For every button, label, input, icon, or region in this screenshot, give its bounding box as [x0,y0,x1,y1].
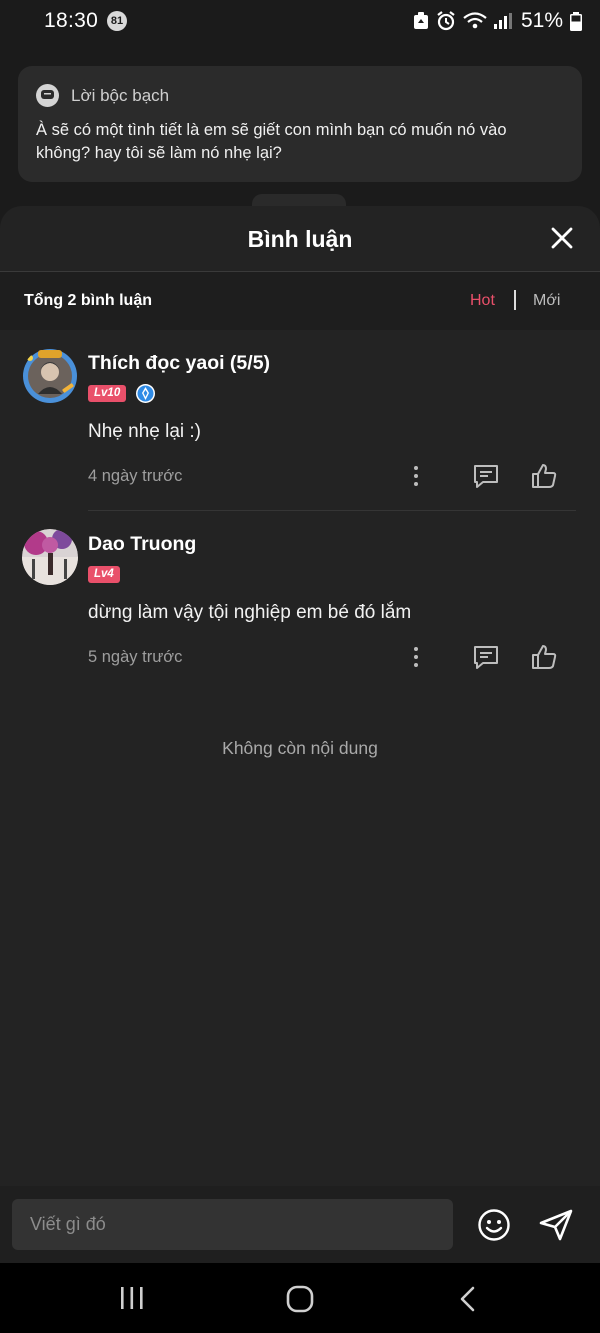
comment-username[interactable]: Thích đọc yaoi (5/5) [88,352,270,375]
reply-icon[interactable] [472,644,500,670]
status-icons: 51% [413,9,582,33]
battery-icon [570,11,582,31]
comment-time: 4 ngày trước [88,467,183,485]
status-bar: 18:30 81 51% [0,0,600,44]
author-note-title: Lời bộc bạch [71,85,170,105]
alarm-icon [437,11,455,31]
like-icon[interactable] [530,643,558,671]
like-icon[interactable] [530,462,558,490]
sort-new-tab[interactable]: Mới [533,292,560,310]
comment-input-bar [0,1186,600,1263]
comment-item: Dao Truong Lv4 dừng làm vậy tội nghiệp e… [0,511,600,691]
notification-count-badge: 81 [107,11,127,31]
comment-username[interactable]: Dao Truong [88,533,196,556]
reply-icon[interactable] [472,463,500,489]
battery-percent: 51% [520,9,563,32]
send-icon[interactable] [538,1208,574,1242]
back-icon[interactable] [455,1285,481,1313]
recent-apps-icon[interactable] [118,1285,146,1311]
level-badge: Lv4 [88,566,120,583]
level-badge: Lv10 [88,385,127,402]
comment-text: Nhẹ nhẹ lại :) [88,421,202,442]
sheet-header: Bình luận [0,206,600,272]
verified-badge-icon [136,384,155,403]
comment-text: dừng làm vậy tội nghiệp em bé đó lắm [88,602,412,623]
recycle-icon [413,12,428,29]
avatar[interactable] [22,529,78,585]
chat-bubble-icon [36,84,59,107]
close-icon[interactable] [550,226,574,250]
system-nav-bar [0,1263,600,1333]
wifi-icon [463,12,487,29]
author-note-card: Lời bộc bạch À sẽ có một tình tiết là em… [18,66,582,182]
sort-hot-tab[interactable]: Hot [470,292,495,310]
comment-input[interactable] [12,1199,453,1250]
sort-divider [514,290,516,310]
more-options-icon[interactable] [408,644,424,670]
comment-time: 5 ngày trước [88,648,183,666]
signal-icon [493,13,512,29]
comments-sheet: Bình luận Tổng 2 bình luận Hot Mới Thích… [0,206,600,1263]
author-note-text: À sẽ có một tình tiết là em sẽ giết con … [36,121,507,162]
sheet-title: Bình luận [247,226,353,252]
more-options-icon[interactable] [408,463,424,489]
status-time: 18:30 [44,9,99,32]
home-icon[interactable] [285,1285,315,1313]
comments-summary: Tổng 2 bình luận Hot Mới [0,272,600,330]
end-of-list-text: Không còn nội dung [222,738,378,758]
avatar[interactable] [22,348,78,404]
comment-item: Thích đọc yaoi (5/5) Lv10 Nhẹ nhẹ lại :)… [0,330,600,511]
emoji-icon[interactable] [477,1208,511,1242]
comment-count: Tổng 2 bình luận [24,292,152,309]
